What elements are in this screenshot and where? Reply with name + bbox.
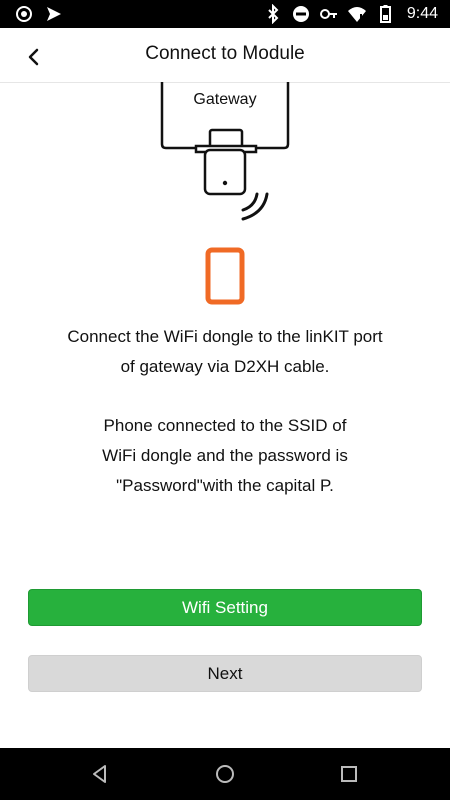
system-nav-bar	[0, 748, 450, 800]
recents-square-icon[interactable]	[337, 762, 361, 786]
bluetooth-icon	[268, 4, 279, 24]
circle-app-icon	[16, 6, 32, 22]
gateway-diagram	[160, 82, 290, 305]
wifi-setting-button[interactable]: Wifi Setting	[28, 589, 422, 626]
instruction-text: Connect the WiFi dongle to the linKIT po…	[0, 322, 450, 501]
wifi-icon	[347, 7, 366, 22]
send-icon	[47, 7, 61, 21]
instruction-line: Connect the WiFi dongle to the linKIT po…	[67, 327, 383, 346]
gateway-label: Gateway	[193, 91, 257, 108]
do-not-disturb-icon	[292, 6, 309, 22]
instruction-line: Phone connected to the SSID of	[103, 416, 347, 435]
instruction-line: of gateway via D2XH cable.	[120, 357, 330, 376]
battery-icon	[379, 5, 391, 23]
page-title: Connect to Module	[145, 43, 305, 64]
connection-illustration: Gateway	[0, 82, 450, 312]
instruction-line: "Password"with the capital P.	[116, 476, 334, 495]
status-bar: 9:44	[0, 0, 450, 28]
back-triangle-icon[interactable]	[88, 762, 112, 786]
next-button[interactable]: Next	[28, 655, 422, 692]
home-circle-icon[interactable]	[213, 762, 237, 786]
instruction-line: WiFi dongle and the password is	[102, 446, 348, 465]
key-icon	[319, 9, 337, 19]
status-time: 9:44	[406, 5, 438, 22]
app-header: Connect to Module	[0, 28, 450, 83]
